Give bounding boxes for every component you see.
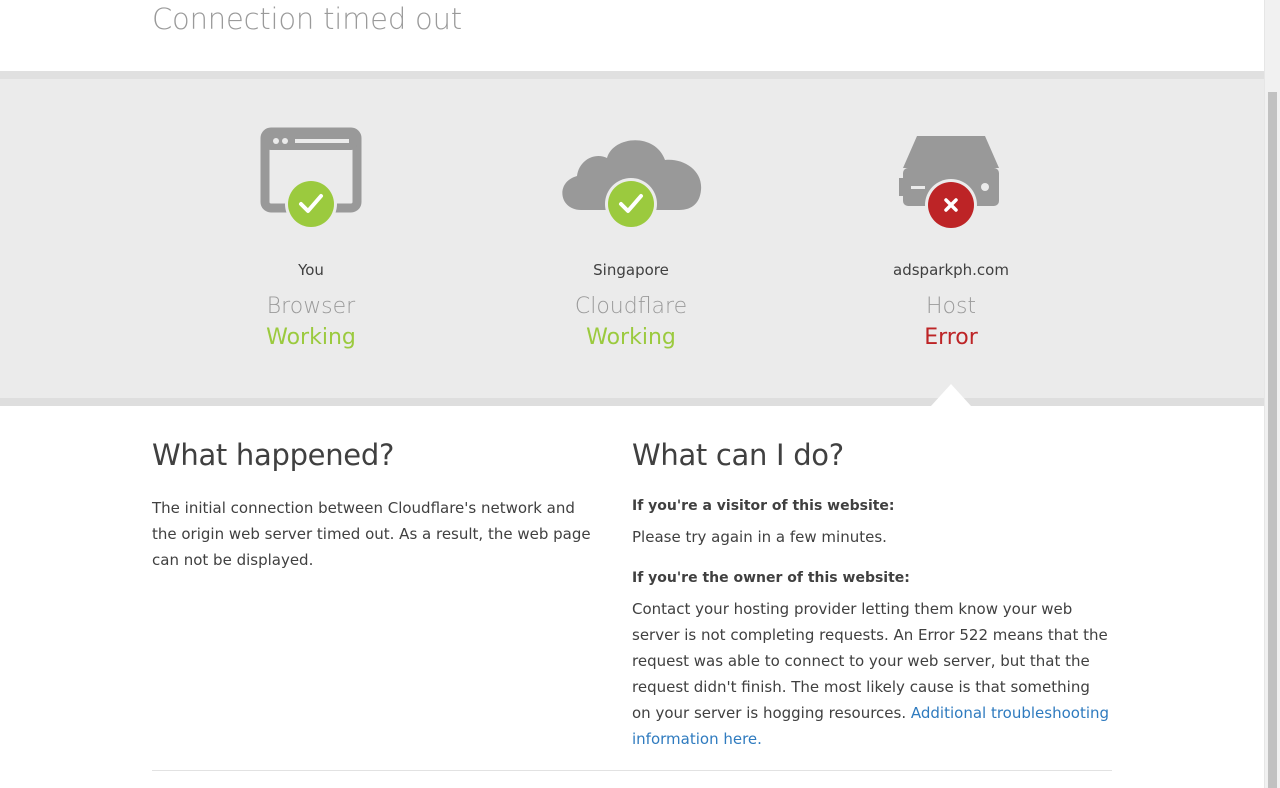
visitor-text: Please try again in a few minutes. [632,528,887,546]
what-can-i-do-section: What can I do? If you're a visitor of th… [632,438,1112,752]
host-status-icon [791,124,1111,244]
browser-name: Browser [266,294,356,319]
browser-window-icon [260,127,362,230]
vertical-scrollbar[interactable] [1264,0,1280,788]
error-pointer [931,384,971,406]
host-location: adsparkph.com [893,261,1009,279]
browser-location: You [298,261,324,279]
server-icon [899,136,999,231]
what-can-i-do-heading: What can I do? [632,438,844,472]
status-band: You Browser Working Singapore Cloudflare… [0,71,1264,406]
cloud-icon [562,140,702,230]
footer-divider [152,770,1112,771]
check-badge [608,181,654,227]
browser-status: Working [266,325,356,350]
cloudflare-name: Cloudflare [574,294,688,319]
cloudflare-status-icon [471,124,791,244]
error-page: Connection timed out You Browser Working… [0,0,1264,788]
owner-text: Contact your hosting provider letting th… [632,596,1112,752]
what-happened-section: What happened? The initial connection be… [152,438,597,573]
check-badge [288,181,334,227]
what-happened-text: The initial connection between Cloudflar… [152,499,591,569]
host-status: Error [924,325,978,350]
page-title: Connection timed out [152,2,462,36]
visitor-heading: If you're a visitor of this website: [632,498,895,514]
owner-heading: If you're the owner of this website: [632,570,910,586]
host-name: Host [925,294,977,319]
what-happened-heading: What happened? [152,438,395,472]
browser-viewport: Connection timed out You Browser Working… [0,0,1280,788]
cloudflare-location: Singapore [593,261,669,279]
scrollbar-thumb[interactable] [1268,92,1277,788]
cloudflare-status: Working [586,325,676,350]
browser-status-icon [151,124,471,244]
